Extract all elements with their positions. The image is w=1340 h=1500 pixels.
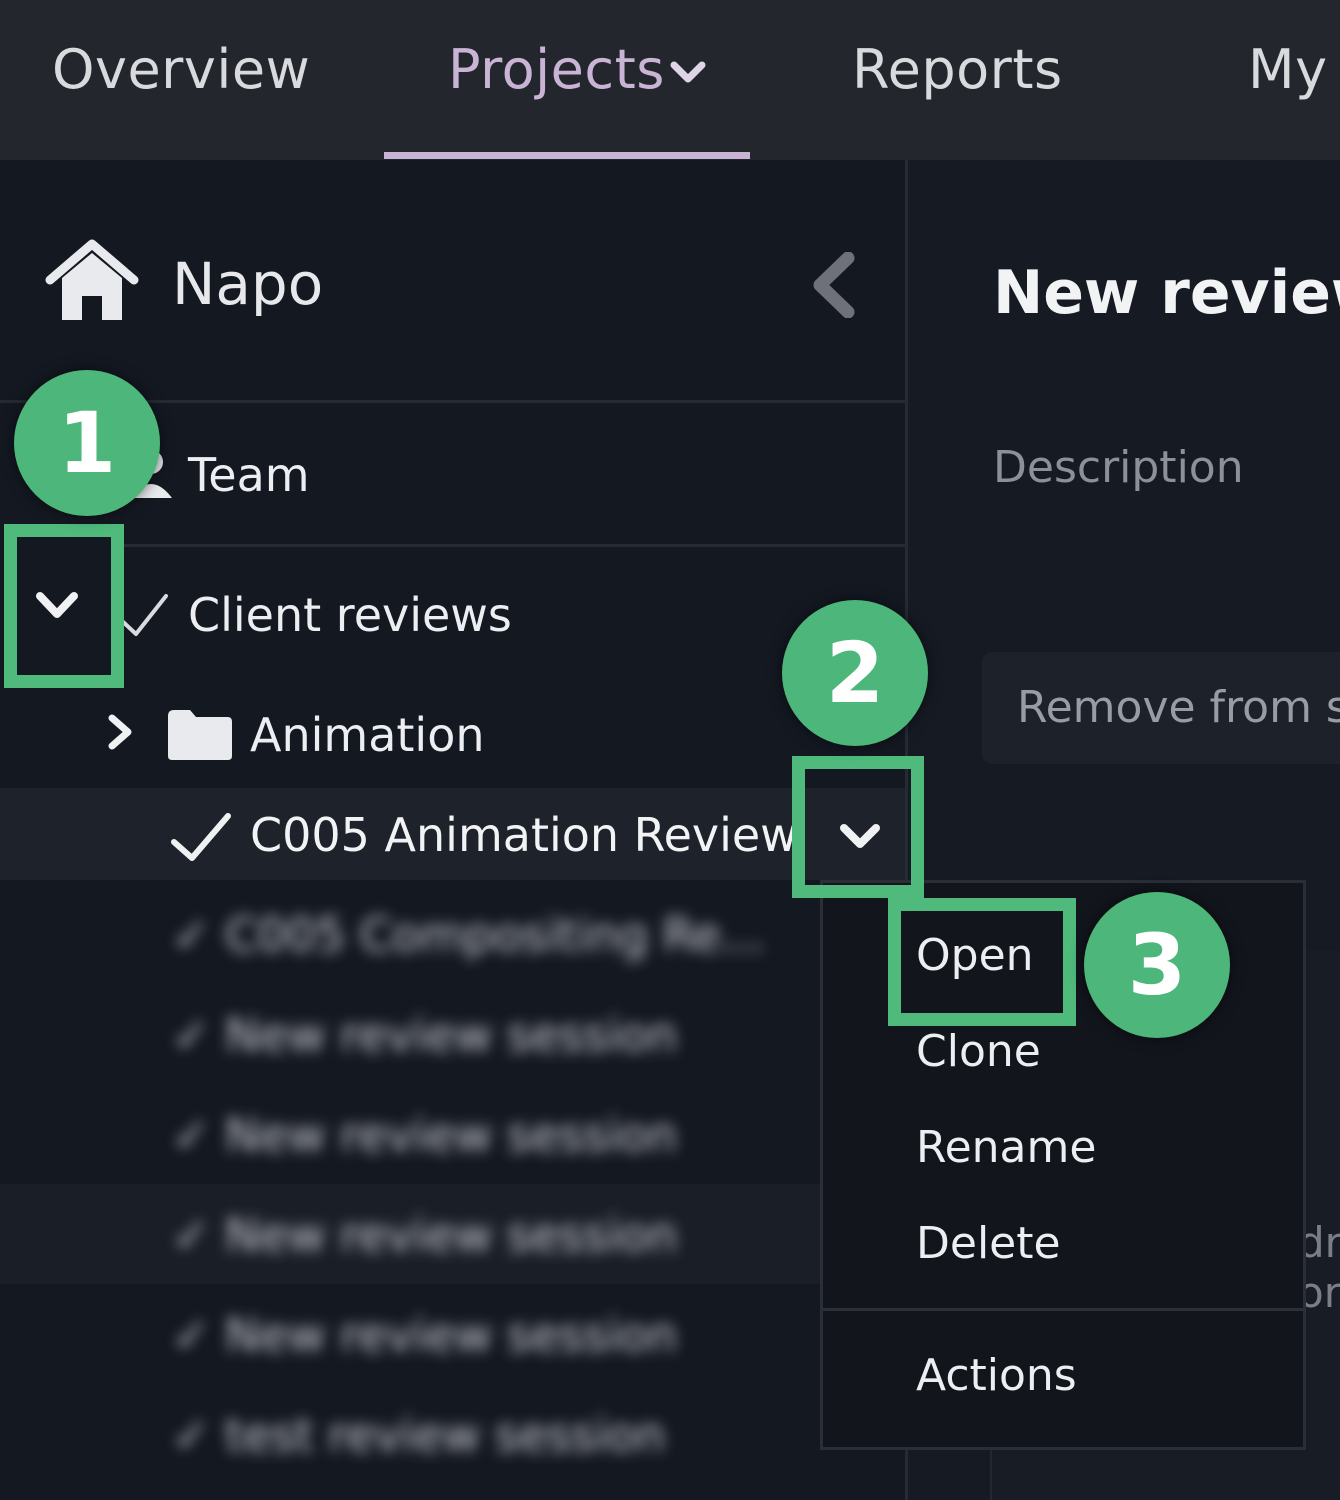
step1-badge: 1 [14,370,160,516]
chevron-down-icon[interactable] [670,60,706,86]
step-number: 1 [57,394,117,492]
session-label: New review session [225,1208,678,1262]
session-label: C005 Compositing Re... [225,908,765,962]
step3-highlight-box [888,898,1076,1026]
nav-tab-my-tasks[interactable]: My T [1248,38,1340,101]
session-label: New review session [225,1308,678,1362]
step-number: 3 [1127,916,1187,1014]
step3-badge: 3 [1084,892,1230,1038]
menu-separator [823,1308,1303,1311]
step2-highlight-box [792,756,924,898]
folder-icon [168,710,232,760]
sidebar-session-blurred[interactable]: ✓ C005 Compositing Re... [172,908,765,962]
page-title: New review [993,258,1340,328]
project-root-name[interactable]: Napo [172,250,323,318]
sidebar-session-blurred[interactable]: ✓ New review session [172,1208,677,1262]
step2-badge: 2 [782,600,928,746]
active-tab-indicator [384,152,750,159]
menu-item-delete[interactable]: Delete [916,1218,1061,1269]
sidebar-item-team[interactable]: Team [188,448,310,502]
menu-item-clone[interactable]: Clone [916,1026,1041,1077]
nav-tab-overview[interactable]: Overview [52,38,310,101]
sidebar-separator [120,544,905,547]
nav-tab-reports[interactable]: Reports [852,38,1063,101]
description-label: Description [993,442,1244,493]
step1-highlight-box [4,524,124,688]
check-icon [119,594,168,636]
home-icon[interactable] [44,238,140,322]
sidebar-session-blurred[interactable]: ✓ New review session [172,1308,677,1362]
sidebar-folder-animation[interactable]: Animation [250,708,485,762]
session-label: test review session [225,1408,666,1462]
session-label: New review session [225,1008,678,1062]
chevron-right-icon[interactable] [104,712,136,752]
menu-item-rename[interactable]: Rename [916,1122,1096,1173]
sidebar-session-blurred[interactable]: ✓ New review session [172,1108,677,1162]
step-number: 2 [825,624,885,722]
sidebar-session-blurred[interactable]: ✓ test review session [172,1408,665,1462]
sidebar-item-client-reviews[interactable]: Client reviews [188,588,512,642]
nav-tab-projects-label: Projects [448,38,665,101]
session-label: New review session [225,1108,678,1162]
collapse-sidebar-icon[interactable] [808,252,858,318]
remove-button-label: Remove from s [1017,682,1340,733]
menu-item-actions[interactable]: Actions [916,1350,1077,1401]
sidebar-session-c005-animation-review[interactable]: C005 Animation Review [250,808,798,862]
sidebar-session-blurred[interactable]: ✓ New review session [172,1008,677,1062]
nav-tab-projects[interactable]: Projects [448,38,665,101]
check-icon [171,813,231,861]
